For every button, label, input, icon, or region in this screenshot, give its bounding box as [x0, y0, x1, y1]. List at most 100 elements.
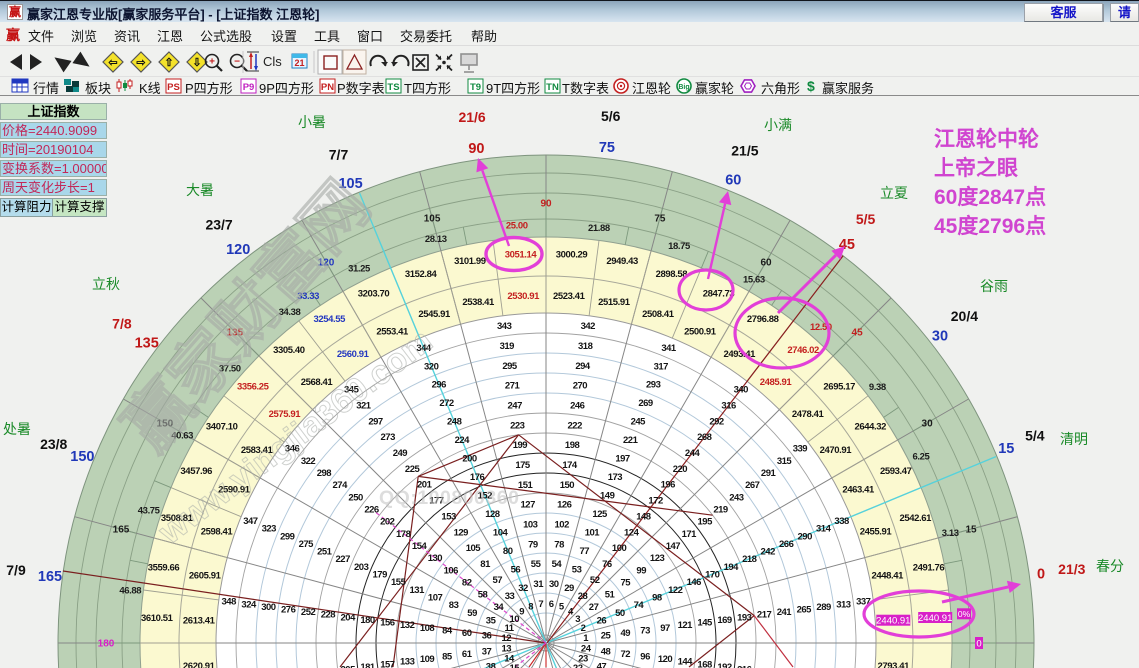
- svg-text:38: 38: [486, 661, 496, 668]
- svg-text:173: 173: [608, 472, 623, 483]
- svg-text:$: $: [807, 78, 815, 94]
- svg-text:小满: 小满: [764, 117, 792, 133]
- svg-text:165: 165: [38, 569, 62, 585]
- svg-text:199: 199: [513, 440, 528, 451]
- svg-text:170: 170: [705, 570, 720, 581]
- svg-text:0: 0: [976, 638, 981, 649]
- svg-text:0%: 0%: [958, 609, 971, 619]
- svg-text:300: 300: [261, 602, 276, 613]
- svg-text:97: 97: [660, 623, 670, 634]
- svg-text:200: 200: [462, 454, 477, 465]
- svg-text:30: 30: [932, 328, 948, 344]
- svg-text:154: 154: [412, 541, 428, 552]
- svg-text:323: 323: [262, 524, 277, 535]
- svg-text:2448.41: 2448.41: [872, 571, 905, 582]
- svg-text:84: 84: [442, 625, 453, 636]
- svg-text:34: 34: [494, 602, 505, 613]
- svg-text:273: 273: [381, 432, 396, 443]
- svg-text:0: 0: [1037, 567, 1045, 583]
- svg-text:317: 317: [654, 361, 669, 372]
- svg-text:15: 15: [998, 441, 1014, 457]
- svg-text:128: 128: [485, 509, 500, 520]
- svg-text:218: 218: [742, 554, 757, 565]
- svg-text:15: 15: [965, 525, 977, 536]
- svg-text:224: 224: [455, 435, 471, 446]
- svg-text:48: 48: [601, 646, 611, 657]
- svg-text:2500.91: 2500.91: [684, 326, 717, 337]
- svg-text:73: 73: [640, 625, 650, 636]
- svg-text:9: 9: [519, 607, 524, 618]
- svg-text:2598.41: 2598.41: [201, 527, 234, 538]
- svg-text:2545.91: 2545.91: [418, 309, 451, 320]
- svg-text:2560.91: 2560.91: [337, 349, 370, 360]
- svg-text:5/6: 5/6: [601, 108, 621, 124]
- svg-text:43.75: 43.75: [138, 506, 161, 517]
- svg-text:7/8: 7/8: [112, 316, 132, 332]
- svg-text:127: 127: [521, 500, 536, 511]
- svg-text:2796.88: 2796.88: [747, 314, 779, 325]
- svg-text:176: 176: [470, 472, 485, 483]
- svg-text:343: 343: [497, 321, 512, 332]
- svg-text:133: 133: [400, 657, 415, 668]
- svg-text:324: 324: [241, 599, 257, 610]
- svg-text:Big: Big: [678, 84, 689, 91]
- svg-text:58: 58: [478, 590, 488, 601]
- svg-text:250: 250: [348, 492, 363, 503]
- svg-text:28.13: 28.13: [425, 234, 447, 245]
- svg-text:271: 271: [505, 381, 521, 392]
- svg-text:T9: T9: [470, 82, 481, 93]
- svg-text:2463.41: 2463.41: [842, 485, 875, 496]
- svg-text:2: 2: [581, 623, 586, 634]
- svg-text:228: 228: [321, 610, 336, 621]
- svg-text:175: 175: [515, 460, 531, 471]
- svg-text:大暑: 大暑: [186, 182, 214, 198]
- svg-text:298: 298: [317, 468, 332, 479]
- svg-text:192: 192: [717, 662, 732, 668]
- svg-text:268: 268: [697, 432, 712, 443]
- svg-text:347: 347: [243, 516, 258, 527]
- svg-text:130: 130: [428, 553, 443, 564]
- svg-text:80: 80: [503, 546, 513, 557]
- svg-text:3000.29: 3000.29: [556, 249, 588, 260]
- svg-text:25: 25: [601, 631, 612, 642]
- svg-text:203: 203: [354, 562, 369, 573]
- svg-text:QQ:100800360: QQ:100800360: [379, 487, 519, 509]
- svg-text:295: 295: [502, 361, 518, 372]
- svg-text:195: 195: [698, 517, 714, 528]
- svg-text:2470.91: 2470.91: [820, 445, 853, 456]
- svg-text:245: 245: [631, 417, 647, 428]
- svg-text:上帝之眼: 上帝之眼: [934, 156, 1018, 180]
- svg-text:2485.91: 2485.91: [760, 377, 793, 388]
- svg-text:23: 23: [578, 654, 588, 665]
- svg-text:274: 274: [333, 480, 349, 491]
- svg-text:75: 75: [654, 214, 666, 225]
- svg-text:2440.91: 2440.91: [876, 616, 910, 627]
- svg-text:3356.25: 3356.25: [237, 381, 270, 392]
- svg-text:8: 8: [528, 602, 533, 613]
- svg-text:5/5: 5/5: [856, 211, 876, 227]
- svg-text:24: 24: [581, 644, 592, 655]
- svg-text:76: 76: [602, 559, 612, 570]
- svg-text:85: 85: [442, 652, 453, 663]
- svg-text:春分: 春分: [1096, 558, 1124, 574]
- svg-text:314: 314: [816, 524, 832, 535]
- svg-text:3254.55: 3254.55: [314, 314, 347, 325]
- svg-text:2695.17: 2695.17: [823, 381, 855, 392]
- svg-text:23/8: 23/8: [40, 436, 67, 452]
- svg-text:3: 3: [575, 614, 580, 625]
- svg-text:21.88: 21.88: [588, 223, 610, 234]
- svg-text:2568.41: 2568.41: [301, 377, 334, 388]
- svg-text:338: 338: [834, 516, 849, 527]
- svg-text:3559.66: 3559.66: [148, 562, 180, 573]
- svg-text:98: 98: [652, 593, 662, 604]
- svg-text:101: 101: [585, 528, 601, 539]
- svg-text:108: 108: [420, 623, 435, 634]
- svg-text:109: 109: [420, 654, 435, 665]
- svg-text:275: 275: [299, 539, 315, 550]
- svg-text:241: 241: [777, 607, 793, 618]
- svg-text:2530.91: 2530.91: [507, 291, 540, 302]
- svg-text:341: 341: [661, 343, 677, 354]
- svg-text:7/9: 7/9: [6, 562, 26, 578]
- svg-text:290: 290: [798, 531, 813, 542]
- svg-text:148: 148: [636, 512, 651, 523]
